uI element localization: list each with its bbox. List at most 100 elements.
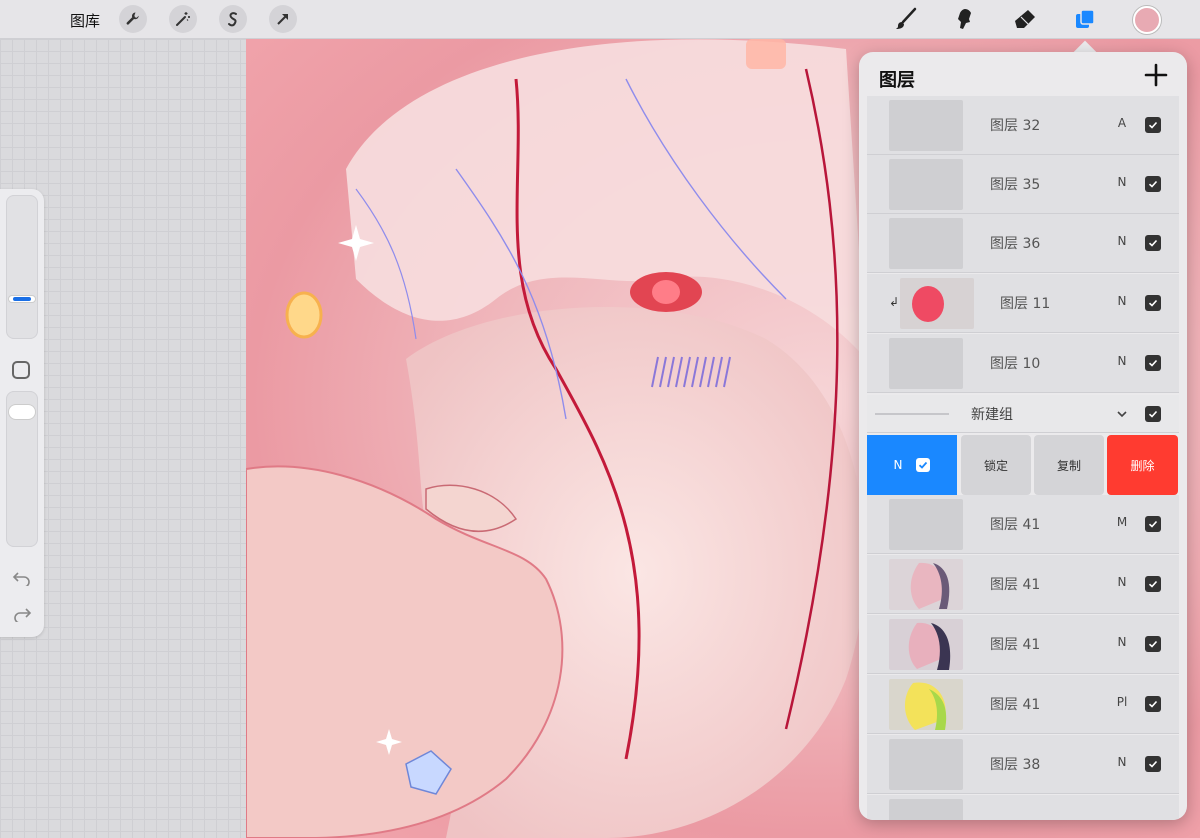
selected-layer-blend[interactable]: N — [867, 435, 957, 495]
brush-size-thumb[interactable] — [9, 296, 35, 302]
layer-blend-mode[interactable]: N — [1115, 575, 1129, 589]
add-layer-button[interactable] — [1143, 62, 1169, 88]
layer-name: 图层 41 — [990, 517, 1041, 533]
layer-visibility-checkbox[interactable] — [1145, 636, 1161, 652]
checkmark-icon — [1148, 520, 1158, 528]
transform-button[interactable] — [269, 5, 297, 33]
layer-visibility-checkbox[interactable] — [1145, 696, 1161, 712]
layer-blend-mode[interactable]: N — [1115, 354, 1129, 368]
layer-thumbnail — [889, 159, 963, 210]
checkmark-icon — [1148, 700, 1158, 708]
color-picker[interactable] — [1133, 6, 1161, 34]
thumbnail-art — [910, 562, 950, 609]
layer-name: 图层 35 — [990, 177, 1041, 193]
selected-layer-checkbox[interactable] — [916, 458, 931, 472]
undo-button[interactable] — [11, 569, 33, 587]
layer-blend-mode[interactable]: N — [1115, 294, 1129, 308]
layer-row[interactable]: ↲ 图层 11 N — [867, 274, 1179, 333]
duplicate-layer-button[interactable]: 复制 — [1034, 435, 1104, 495]
layers-panel-title: 图层 — [879, 70, 915, 91]
checkmark-icon — [1148, 580, 1158, 588]
layer-row[interactable]: 图层 38 N — [867, 735, 1179, 794]
layer-thumbnail — [900, 278, 974, 329]
adjustments-button[interactable] — [169, 5, 197, 33]
redo-button[interactable] — [11, 605, 33, 623]
layer-thumbnail — [889, 100, 963, 151]
layer-name: 图层 41 — [990, 577, 1041, 593]
layer-blend-mode[interactable]: A — [1115, 116, 1129, 130]
layer-thumbnail — [889, 739, 963, 790]
layer-visibility-checkbox[interactable] — [1145, 576, 1161, 592]
layer-blend-mode[interactable]: N — [1115, 175, 1129, 189]
group-visibility-checkbox[interactable] — [1145, 406, 1161, 422]
magic-wand-icon — [176, 12, 190, 26]
layer-swipe-actions: N 锁定 复制 删除 — [867, 435, 1179, 495]
eraser-tool[interactable] — [1012, 6, 1038, 32]
checkmark-icon — [1148, 239, 1158, 247]
smudge-tool[interactable] — [952, 6, 978, 32]
layer-row[interactable]: 图层 10 N — [867, 334, 1179, 393]
layer-row[interactable]: 图层 35 N — [867, 155, 1179, 214]
eraser-icon — [1015, 10, 1035, 28]
opacity-thumb[interactable] — [9, 405, 35, 419]
delete-layer-button[interactable]: 删除 — [1107, 435, 1178, 495]
layer-group-row[interactable]: 新建组 — [867, 395, 1179, 433]
layer-name: 图层 11 — [1000, 296, 1051, 312]
layer-visibility-checkbox[interactable] — [1145, 756, 1161, 772]
checkmark-icon — [919, 461, 928, 469]
gallery-button[interactable]: 图库 — [70, 10, 100, 31]
selection-icon — [228, 12, 237, 27]
layer-thumbnail — [889, 559, 963, 610]
layer-thumbnail — [889, 218, 963, 269]
layer-visibility-checkbox[interactable] — [1145, 516, 1161, 532]
checkmark-icon — [1148, 359, 1158, 367]
layer-blend-mode[interactable]: Pl — [1115, 695, 1129, 709]
opacity-slider[interactable] — [6, 391, 38, 547]
layer-visibility-checkbox[interactable] — [1145, 235, 1161, 251]
wrench-icon — [126, 12, 139, 25]
checkmark-icon — [1148, 180, 1158, 188]
thumbnail-art — [908, 622, 951, 670]
layer-row[interactable]: 图层 41 Pl — [867, 675, 1179, 734]
layers-panel: 图层 图层 32 A 图层 35 N 图层 36 N ↲ 图层 11 N 图层 … — [859, 52, 1187, 820]
checkmark-icon — [1148, 760, 1158, 768]
layer-row[interactable]: 图层 41 N — [867, 555, 1179, 614]
selection-button[interactable] — [219, 5, 247, 33]
lock-layer-button[interactable]: 锁定 — [961, 435, 1031, 495]
layer-blend-mode[interactable]: N — [1115, 635, 1129, 649]
checkmark-icon — [1148, 640, 1158, 648]
layer-row[interactable] — [867, 795, 1179, 820]
layer-visibility-checkbox[interactable] — [1145, 117, 1161, 133]
side-toolbar — [0, 189, 44, 637]
canvas-background — [0, 39, 246, 838]
layer-thumbnail — [889, 799, 963, 820]
group-name: 新建组 — [971, 407, 1013, 423]
layer-thumbnail — [889, 338, 963, 389]
selected-layer-blend-label: N — [893, 458, 903, 472]
group-divider — [875, 413, 949, 415]
chevron-down-icon[interactable] — [1115, 407, 1129, 421]
layers-tool[interactable] — [1072, 6, 1098, 32]
layer-thumbnail — [889, 499, 963, 550]
actions-button[interactable] — [119, 5, 147, 33]
layer-row[interactable]: 图层 36 N — [867, 214, 1179, 273]
layer-visibility-checkbox[interactable] — [1145, 176, 1161, 192]
layer-blend-mode[interactable]: N — [1115, 234, 1129, 248]
thumbnail-art — [912, 286, 944, 322]
checkmark-icon — [1148, 121, 1158, 129]
modify-button[interactable] — [12, 361, 30, 379]
brush-tool[interactable] — [893, 6, 919, 32]
brush-size-slider[interactable] — [6, 195, 38, 339]
clipping-mask-icon: ↲ — [889, 295, 900, 309]
checkmark-icon — [1148, 299, 1158, 307]
layer-row[interactable]: 图层 41 M — [867, 495, 1179, 554]
layer-blend-mode[interactable]: M — [1115, 515, 1129, 529]
layer-name: 图层 41 — [990, 697, 1041, 713]
layer-thumbnail — [889, 679, 963, 730]
layer-visibility-checkbox[interactable] — [1145, 355, 1161, 371]
layer-blend-mode[interactable]: N — [1115, 755, 1129, 769]
layer-row[interactable]: 图层 32 A — [867, 96, 1179, 155]
layer-visibility-checkbox[interactable] — [1145, 295, 1161, 311]
layer-row[interactable]: 图层 41 N — [867, 615, 1179, 674]
undo-icon — [12, 572, 30, 586]
